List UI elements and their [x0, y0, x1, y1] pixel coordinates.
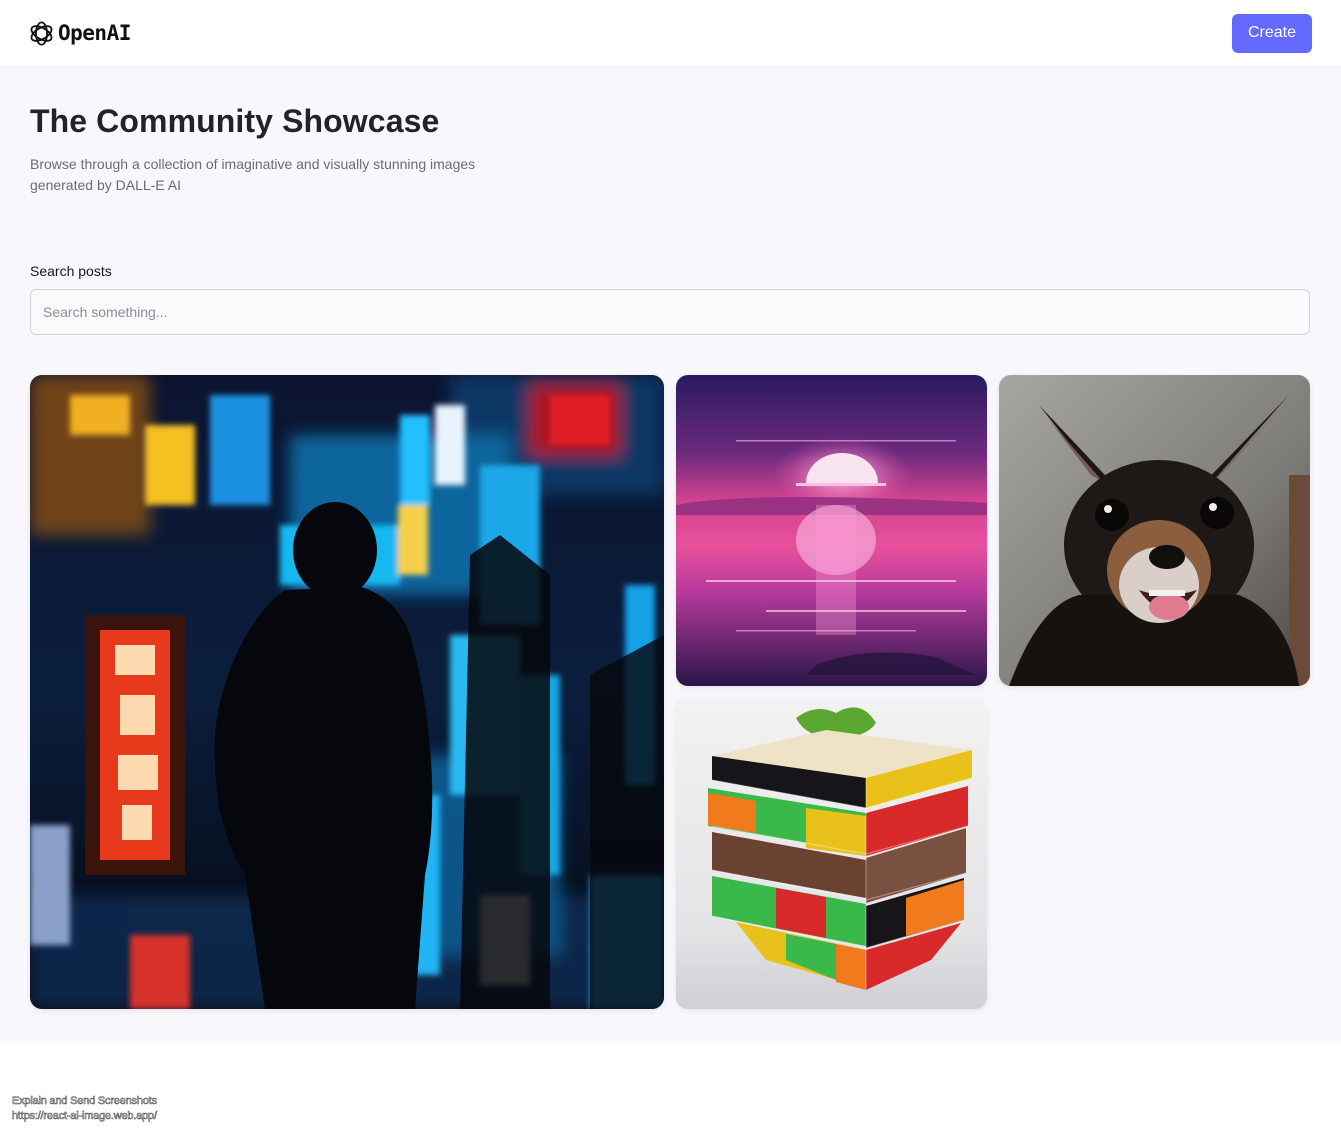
top-navbar: OpenAI Create: [0, 0, 1341, 67]
cube-sandwich-image: [676, 698, 987, 1009]
openai-logo-icon: [30, 20, 53, 46]
overlay-line-url: https://react-ai-image.web.app/: [12, 1110, 158, 1123]
page-subtitle: Browse through a collection of imaginati…: [30, 156, 476, 193]
page-title: The Community Showcase: [30, 103, 440, 139]
search-input[interactable]: [30, 289, 1310, 335]
sunset-image: [676, 375, 987, 686]
main-content: The Community Showcase Browse through a …: [0, 67, 1341, 1041]
chihuahua-image: [999, 375, 1310, 686]
gallery-card-sunset[interactable]: [676, 375, 987, 686]
search-label: Search posts: [30, 263, 112, 279]
screenshot-overlay-caption: Explain and Send Screenshots https://rea…: [12, 1094, 158, 1124]
gallery-card-neon-city[interactable]: [30, 375, 664, 1009]
gallery-card-chihuahua[interactable]: [999, 375, 1310, 686]
neon-city-image: [30, 375, 664, 1009]
create-button[interactable]: Create: [1232, 13, 1312, 53]
overlay-line-title: Explain and Send Screenshots: [12, 1095, 158, 1108]
logo-wordmark: OpenAI: [58, 21, 131, 45]
openai-logo[interactable]: OpenAI: [27, 19, 131, 48]
gallery-card-cube-sandwich[interactable]: [676, 698, 987, 1009]
